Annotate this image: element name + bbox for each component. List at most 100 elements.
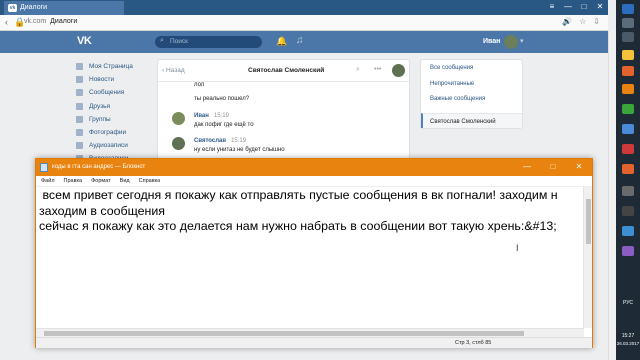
menu-item-photos[interactable]: Фотографии <box>76 126 156 139</box>
address-actions: 🔊 ☆ ⇩ <box>562 17 600 26</box>
download-icon[interactable]: ⇩ <box>593 17 600 26</box>
menu-item-label: Моя Страница <box>89 63 133 71</box>
notepad-menubar: Файл Правка Формат Вид Справка <box>36 176 592 187</box>
notepad-titlebar[interactable]: коды в гта сан андрес — Блокнот — □ ✕ <box>36 159 592 176</box>
text-line: всем привет сегодня я покажу как отправл… <box>39 188 558 202</box>
back-button[interactable]: ‹ Назад <box>162 67 185 74</box>
message-author-name: Иван <box>194 113 209 119</box>
close-button[interactable]: ✕ <box>566 159 592 175</box>
chevron-down-icon[interactable]: ▾ <box>520 37 524 45</box>
menu-item-label: Сообщения <box>89 89 125 97</box>
app-icon[interactable] <box>622 186 634 196</box>
folder-icon[interactable] <box>622 50 634 60</box>
message-author[interactable]: Иван 15:19 <box>194 113 229 119</box>
horizontal-scrollbar[interactable] <box>36 328 584 337</box>
menu-item-friends[interactable]: Друзья <box>76 100 156 113</box>
user-name[interactable]: Иван <box>483 38 500 45</box>
notepad-window: коды в гта сан андрес — Блокнот — □ ✕ Фа… <box>35 158 593 348</box>
vk-logo[interactable]: VK <box>77 35 92 47</box>
app-icon[interactable] <box>622 104 634 114</box>
notepad-window-controls: — □ ✕ <box>514 159 592 175</box>
search-input[interactable]: ⌕ Поиск <box>155 36 262 48</box>
minimize-button[interactable]: — <box>514 159 540 175</box>
menu-item-audio[interactable]: Аудиозаписи <box>76 139 156 152</box>
message-author-name: Святослав <box>194 138 227 144</box>
more-icon[interactable]: ••• <box>374 66 381 73</box>
notifications-bell-icon[interactable]: 🔔 <box>276 36 287 47</box>
url-domain: vk.com <box>24 18 47 25</box>
scroll-thumb[interactable] <box>44 331 524 336</box>
taskbar: РУС 15:27 26.03.2017 <box>616 0 640 360</box>
chat-title[interactable]: Святослав Смоленский <box>248 67 324 74</box>
music-icon <box>76 142 83 150</box>
task-view-icon[interactable] <box>622 32 634 42</box>
app-icon[interactable] <box>622 226 634 236</box>
vertical-scrollbar[interactable] <box>583 187 592 328</box>
menu-view[interactable]: Вид <box>120 178 130 186</box>
menu-icon[interactable]: ≡ <box>544 0 560 15</box>
search-icon[interactable] <box>622 18 634 28</box>
filter-current-dialog[interactable]: Святослав Смоленский <box>421 112 522 128</box>
text-cursor-icon: I <box>516 243 519 253</box>
vk-header: VK ⌕ Поиск 🔔 ♫ Иван ▾ <box>0 31 608 53</box>
message-time: 15:19 <box>231 138 247 144</box>
search-icon[interactable]: ⌕ <box>356 66 360 74</box>
menu-item-groups[interactable]: Группы <box>76 113 156 126</box>
yandex-browser-icon[interactable] <box>622 66 634 76</box>
speaker-icon[interactable]: 🔊 <box>562 17 572 26</box>
camera-icon <box>76 129 83 137</box>
url-field[interactable]: vk.com Диалоги <box>24 18 77 25</box>
filter-all-messages[interactable]: Все сообщения <box>421 60 522 76</box>
minimize-button[interactable]: — <box>560 0 576 15</box>
bookmark-icon[interactable]: ☆ <box>579 17 586 26</box>
maximize-button[interactable]: □ <box>576 0 592 15</box>
avatar[interactable] <box>172 137 185 150</box>
app-icon[interactable] <box>622 206 634 216</box>
text-line: сейчас я покажу как это делается нам нуж… <box>39 219 557 233</box>
vk-favicon-icon: vk <box>8 4 17 12</box>
clock-date[interactable]: 26.03.2017 <box>616 341 640 346</box>
notepad-text-area[interactable]: всем привет сегодня я покажу как отправл… <box>39 188 579 328</box>
menu-item-my-page[interactable]: Моя Страница <box>76 60 156 73</box>
app-icon[interactable] <box>622 84 634 94</box>
music-note-icon[interactable]: ♫ <box>296 35 304 46</box>
chat-avatar[interactable] <box>392 64 405 77</box>
message-text: ты реально пошел? <box>194 96 250 102</box>
address-bar: ‹ 🔒 vk.com Диалоги 🔊 ☆ ⇩ <box>0 15 608 31</box>
dialogs-filter-menu: Все сообщения Непрочитанные Важные сообщ… <box>420 59 523 129</box>
filter-important[interactable]: Важные сообщения <box>421 91 522 107</box>
keyboard-language[interactable]: РУС <box>616 300 640 306</box>
window-controls: ≡ — □ ✕ <box>544 0 608 15</box>
close-button[interactable]: ✕ <box>592 0 608 15</box>
app-icon[interactable] <box>622 164 634 174</box>
maximize-button[interactable]: □ <box>540 159 566 175</box>
menu-help[interactable]: Справка <box>139 178 161 186</box>
menu-item-messages[interactable]: Сообщения <box>76 86 156 99</box>
user-avatar[interactable] <box>504 35 518 49</box>
message-time: 15:19 <box>213 113 229 119</box>
browser-scrollbar[interactable] <box>608 31 616 360</box>
menu-format[interactable]: Формат <box>91 178 111 186</box>
menu-item-news[interactable]: Новости <box>76 73 156 86</box>
browser-tab[interactable]: vk Диалоги <box>4 1 124 15</box>
menu-edit[interactable]: Правка <box>64 178 83 186</box>
chat-header: ‹ Назад Святослав Смоленский ⌕ ••• <box>158 60 409 82</box>
clock-time[interactable]: 15:27 <box>616 333 640 339</box>
friends-icon <box>76 102 83 110</box>
news-icon <box>76 76 83 84</box>
avatar[interactable] <box>172 112 185 125</box>
message-text: лол <box>194 82 205 88</box>
filter-unread[interactable]: Непрочитанные <box>421 76 522 92</box>
scroll-thumb[interactable] <box>586 199 591 244</box>
app-icon[interactable] <box>622 144 634 154</box>
message-text: ну если унитаз не будет слышно <box>194 147 285 153</box>
groups-icon <box>76 115 83 123</box>
menu-file[interactable]: Файл <box>41 178 55 186</box>
app-icon[interactable] <box>622 124 634 134</box>
app-icon[interactable] <box>622 246 634 256</box>
message-author[interactable]: Святослав 15:19 <box>194 138 246 144</box>
back-arrow-icon[interactable]: ‹ <box>5 17 8 27</box>
browser-tabbar: vk Диалоги ≡ — □ ✕ <box>0 0 608 15</box>
windows-start-icon[interactable] <box>622 4 634 14</box>
menu-item-label: Новости <box>89 76 115 84</box>
